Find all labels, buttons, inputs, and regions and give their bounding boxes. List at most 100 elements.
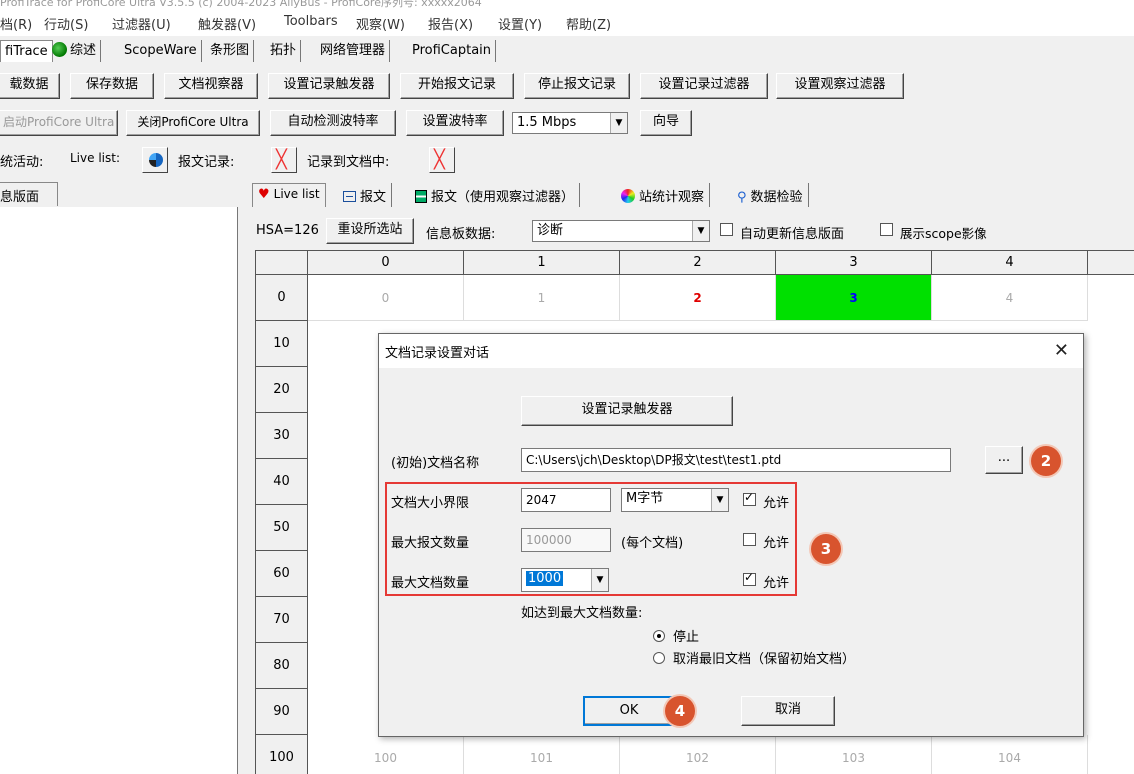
menu-action[interactable]: 行动(S) [44,14,88,33]
start-record-button[interactable]: 开始报文记录 [400,73,514,99]
globe-icon [52,42,67,57]
menu-report[interactable]: 报告(X) [428,14,473,33]
col-header: 3 [776,251,932,275]
livelist-pie-icon [149,153,163,167]
menu-filter[interactable]: 过滤器(U) [112,14,171,33]
menu-settings[interactable]: 设置(Y) [498,14,542,33]
tab-overview[interactable]: 综述 [48,40,102,62]
filter-icon [415,190,427,203]
tab-scopeware[interactable]: ScopeWare [120,40,202,62]
doc-name-label: (初始)文档名称 [391,456,480,471]
max-doc-select[interactable]: 1000 ▼ [521,568,609,592]
menu-file[interactable]: 档(R) [0,14,32,33]
stop-record-button[interactable]: 停止报文记录 [524,73,630,99]
size-unit-select[interactable]: M字节 ▼ [621,488,729,512]
info-panel-tab[interactable]: 息版面 [0,182,58,206]
livelist-toggle[interactable] [142,147,168,173]
tab-live-list[interactable]: ♥ Live list [252,183,326,207]
baud-rate-select[interactable]: 1.5 Mbps ▼ [512,112,628,134]
window-title-bar: ProfiTrace for ProfiCore Ultra V3.5.5 (c… [0,0,1134,10]
reset-station-button[interactable]: 重设所选站 [326,218,414,244]
set-baud-button[interactable]: 设置波特率 [406,110,504,136]
per-doc-note: (每个文档) [621,536,684,551]
col-header: 4 [932,251,1088,275]
load-data-button[interactable]: 载数据 [0,73,60,99]
station-cell[interactable]: 2 [620,275,776,321]
ok-button[interactable]: OK [583,696,675,726]
save-data-button[interactable]: 保存数据 [70,73,154,99]
tab-proficaptain[interactable]: ProfiCaptain [408,40,497,62]
menu-toolbars[interactable]: Toolbars [284,14,338,29]
station-cell-active[interactable]: 3 [776,275,932,321]
auto-update-checkbox[interactable] [720,223,733,236]
start-proficore-button[interactable]: 启动ProfiCore Ultra [0,110,118,136]
dialog-title: 文档记录设置对话 [385,346,490,361]
x-mark-icon: ╳ [434,149,445,170]
row-header: 80 [256,643,308,689]
row-header: 60 [256,551,308,597]
record-toggle[interactable]: ╳ [271,147,297,173]
browse-button[interactable]: ... [985,446,1023,474]
tab-station-statistics[interactable]: 站统计观察 [616,183,711,207]
tab-network-manager[interactable]: 网络管理器 [316,40,391,62]
stop-radio[interactable] [653,630,665,642]
set-observe-filter-button[interactable]: 设置观察过滤器 [776,73,904,99]
hsa-label: HSA=126 [256,223,319,238]
cancel-oldest-label: 取消最旧文档（保留初始文档） [673,652,856,667]
set-record-trigger-dialog-button[interactable]: 设置记录触发器 [521,396,733,426]
set-record-trigger-button[interactable]: 设置记录触发器 [268,73,390,99]
station-cell[interactable]: 101 [464,735,620,774]
close-icon[interactable]: ✕ [1054,340,1069,361]
wizard-button[interactable]: 向导 [640,110,692,136]
document-record-dialog: 文档记录设置对话 ✕ 设置记录触发器 (初始)文档名称 C:\Users\jch… [378,333,1084,737]
message-icon [343,191,356,202]
station-cell[interactable]: 4 [932,275,1088,321]
doc-name-input[interactable]: C:\Users\jch\Desktop\DP报文\test\test1.ptd [521,448,951,472]
tab-bargraph[interactable]: 条形图 [206,40,255,62]
menu-observe[interactable]: 观察(W) [356,14,405,33]
annotation-badge: 4 [665,696,695,726]
tab-messages[interactable]: 报文 [338,183,393,207]
status-record-label: 报文记录: [178,155,235,170]
max-msg-allow-label: 允许 [763,536,790,551]
station-cell[interactable]: 104 [932,735,1088,774]
tab-data-check[interactable]: ⚲ 数据检验 [732,183,809,207]
x-mark-icon: ╳ [276,149,287,170]
size-allow-label: 允许 [763,496,790,511]
tab-profitrace[interactable]: fiTrace [0,40,53,62]
info-board-select[interactable]: 诊断 ▼ [532,220,710,242]
size-limit-input[interactable]: 2047 [521,488,611,512]
set-record-filter-button[interactable]: 设置记录过滤器 [640,73,768,99]
annotation-badge: 2 [1031,446,1061,476]
station-cell[interactable]: 0 [308,275,464,321]
info-panel-body [0,207,238,774]
station-cell[interactable]: 100 [308,735,464,774]
tab-topology[interactable]: 拓扑 [266,40,302,62]
size-limit-label: 文档大小界限 [391,496,470,511]
max-msg-input[interactable]: 100000 [521,528,611,552]
cancel-oldest-radio[interactable] [653,652,665,664]
max-msg-allow-checkbox[interactable] [743,533,756,546]
station-cell[interactable]: 1 [464,275,620,321]
row-header: 70 [256,597,308,643]
cancel-button[interactable]: 取消 [741,696,835,726]
auto-detect-baud-button[interactable]: 自动检测波特率 [270,110,396,136]
menu-help[interactable]: 帮助(Z) [566,14,611,33]
record-doc-toggle[interactable]: ╳ [429,147,455,173]
info-row: HSA=126 重设所选站 信息板数据: 诊断 ▼ 自动更新信息版面 展示sco… [252,216,1134,246]
row-header: 90 [256,689,308,735]
station-cell[interactable]: 102 [620,735,776,774]
stop-option-label: 停止 [673,630,700,645]
row-header: 20 [256,367,308,413]
document-viewer-button[interactable]: 文档视察器 [164,73,258,99]
close-proficore-button[interactable]: 关闭ProfiCore Ultra [126,110,260,136]
tab-messages-filtered[interactable]: 报文（使用观察过滤器） [410,183,581,207]
show-scope-checkbox[interactable] [880,223,893,236]
grid-corner [256,251,308,275]
menu-bar: 档(R) 行动(S) 过滤器(U) 触发器(V) Toolbars 观察(W) … [0,10,1134,36]
row-header: 40 [256,459,308,505]
station-cell[interactable]: 103 [776,735,932,774]
max-doc-allow-checkbox[interactable] [743,570,756,586]
menu-trigger[interactable]: 触发器(V) [198,14,256,33]
size-allow-checkbox[interactable] [743,490,756,506]
